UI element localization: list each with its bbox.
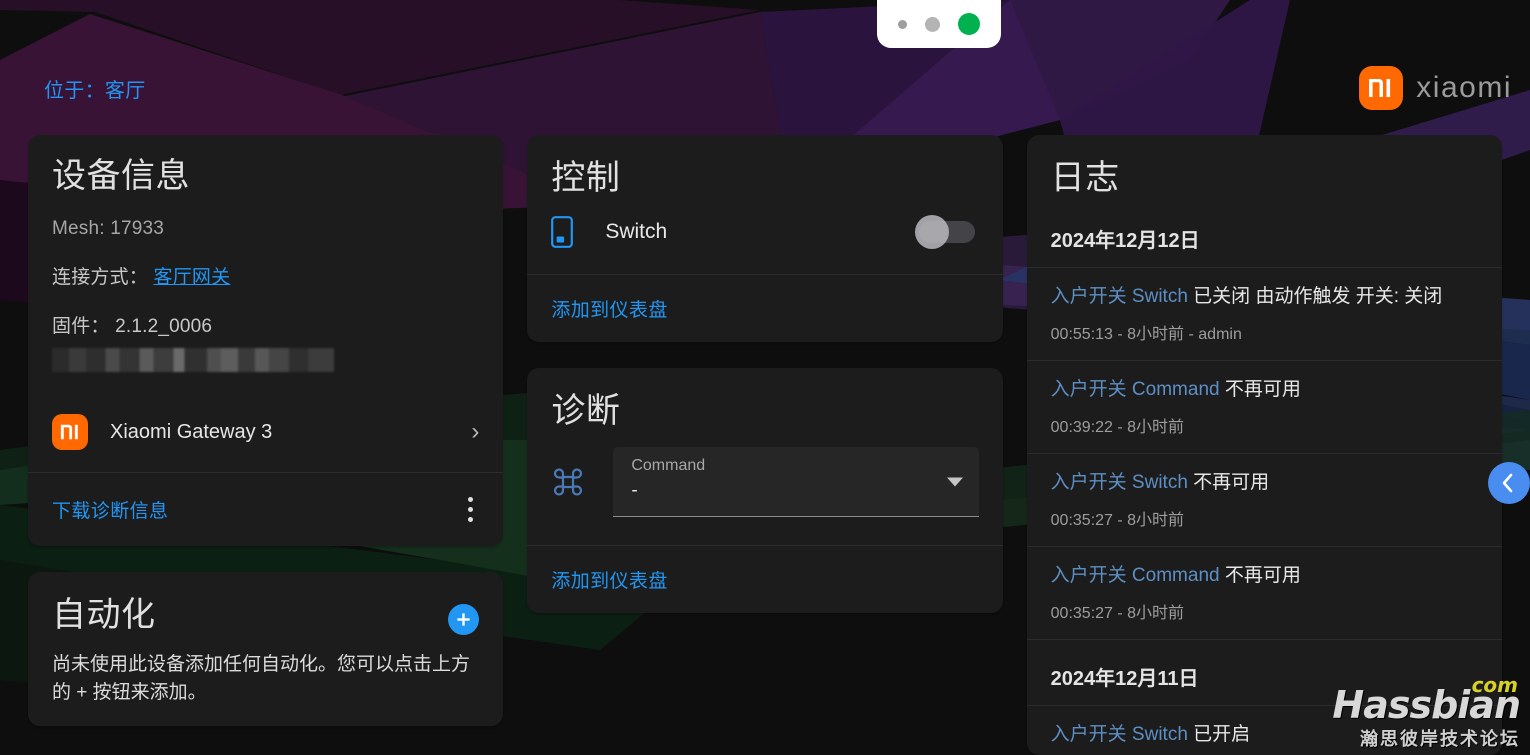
device-info-title: 设备信息: [52, 157, 190, 195]
device-info-card: 设备信息 Mesh: 17933 连接方式： 客厅网关 固件： 2.1.2_00…: [28, 135, 504, 547]
chevron-left-icon: [1502, 473, 1512, 493]
logbook-entry-message: 入户开关 Command 不再可用: [1050, 379, 1301, 401]
command-select-value: -: [631, 480, 638, 502]
gateway-row[interactable]: Xiaomi Gateway 3 ›: [28, 392, 503, 472]
brand-wordmark: xiaomi: [1416, 71, 1512, 104]
column-middle: 控制 Switch 添加到仪表盘 诊断 Command - 添加到仪表盘: [527, 135, 1003, 755]
logbook-entry[interactable]: 入户开关 Switch 已开启: [1026, 704, 1502, 755]
automation-title: 自动化: [52, 596, 156, 635]
mi-logo-icon: [52, 414, 88, 451]
window-controls-pill[interactable]: [877, 0, 1001, 48]
chevron-down-icon: [946, 477, 963, 487]
control-footer: 添加到仪表盘: [527, 274, 1003, 342]
device-firmware-value: 固件： 2.1.2_0006: [52, 316, 213, 338]
command-select-label: Command: [631, 457, 706, 475]
diagnostics-header: 诊断: [527, 368, 1002, 431]
chevron-right-icon: ›: [471, 418, 480, 446]
logbook-entry[interactable]: 入户开关 Command 不再可用 00:35:27 - 8小时前: [1026, 546, 1502, 639]
device-connection-row: 连接方式： 客厅网关: [52, 262, 479, 289]
add-automation-button[interactable]: [448, 604, 480, 636]
column-left: 设备信息 Mesh: 17933 连接方式： 客厅网关 固件： 2.1.2_00…: [28, 135, 504, 755]
logbook-entry-message: 入户开关 Switch 已关闭 由动作触发 开关: 关闭: [1050, 286, 1443, 308]
control-header: 控制: [527, 135, 1002, 198]
logbook-entity-link[interactable]: 入户开关 Switch: [1051, 472, 1188, 493]
add-to-dashboard-button[interactable]: 添加到仪表盘: [551, 566, 667, 593]
add-to-dashboard-button[interactable]: 添加到仪表盘: [551, 295, 667, 322]
control-title: 控制: [551, 159, 621, 197]
switch-device-icon: [551, 216, 597, 248]
logbook-list[interactable]: 2024年12月12日入户开关 Switch 已关闭 由动作触发 开关: 关闭 0…: [1026, 202, 1502, 755]
toggle-knob: [914, 215, 949, 250]
logbook-title: 日志: [1050, 159, 1120, 197]
overflow-menu-icon[interactable]: [464, 493, 477, 526]
area-breadcrumb-link[interactable]: 位于：客厅: [44, 74, 146, 103]
diagnostics-title: 诊断: [551, 392, 621, 431]
dot-medium-icon[interactable]: [925, 16, 940, 32]
mi-logo-icon: [1359, 66, 1404, 110]
logbook-date-header: 2024年12月12日: [1050, 230, 1200, 253]
logbook-entry-message: 入户开关 Command 不再可用: [1050, 565, 1301, 586]
logbook-entry-time: 00:55:13 - 8小时前 - admin: [1050, 326, 1242, 344]
automation-header: 自动化: [52, 596, 480, 636]
command-select[interactable]: Command -: [613, 447, 979, 518]
device-connection-link[interactable]: 客厅网关: [154, 267, 231, 288]
dot-green-icon[interactable]: [958, 13, 980, 35]
page-root: 位于：客厅 xiaomi 设备信息 Mesh: 17933 连接方式： 客厅网关: [0, 0, 1530, 755]
logbook-entry-message: 入户开关 Switch 不再可用: [1050, 472, 1270, 494]
logbook-entry-time: 00:35:27 - 8小时前: [1050, 512, 1185, 529]
control-card: 控制 Switch 添加到仪表盘: [527, 135, 1003, 343]
dot: [468, 517, 474, 523]
logbook-entity-link[interactable]: 入户开关 Switch: [1051, 286, 1188, 307]
logbook-entity-link[interactable]: 入户开关 Switch: [1051, 724, 1188, 745]
download-diagnostics-button[interactable]: 下载诊断信息: [52, 496, 168, 523]
sidebar-toggle-button[interactable]: [1488, 462, 1530, 504]
logbook-entry[interactable]: 入户开关 Command 不再可用 00:39:22 - 8小时前: [1026, 360, 1502, 453]
gateway-name: Xiaomi Gateway 3: [110, 420, 273, 443]
logbook-entry-message: 入户开关 Switch 已开启: [1050, 723, 1251, 745]
dot: [468, 497, 474, 503]
device-mac-masked: [52, 348, 334, 373]
control-entity-name: Switch: [605, 220, 668, 244]
logbook-entry-time: 00:35:27 - 8小时前: [1050, 604, 1185, 622]
logbook-entry[interactable]: 入户开关 Switch 已关闭 由动作触发 开关: 关闭 00:55:13 - 8…: [1026, 267, 1502, 360]
logbook-card: 日志 2024年12月12日入户开关 Switch 已关闭 由动作触发 开关: …: [1026, 135, 1502, 755]
diagnostics-field-row: Command -: [527, 431, 1002, 545]
automation-empty-text: 尚未使用此设备添加任何自动化。您可以点击上方的 + 按钮来添加。: [52, 654, 471, 703]
automation-card: 自动化 尚未使用此设备添加任何自动化。您可以点击上方的 + 按钮来添加。: [28, 572, 504, 727]
device-mesh-value: Mesh: 17933: [52, 218, 165, 240]
logbook-header: 日志: [1027, 135, 1502, 202]
columns-container: 设备信息 Mesh: 17933 连接方式： 客厅网关 固件： 2.1.2_00…: [0, 135, 1530, 755]
control-entity-row: Switch: [527, 198, 1002, 274]
logbook-entry-time: 00:39:22 - 8小时前: [1050, 419, 1185, 437]
device-info-footer: 下载诊断信息: [28, 472, 504, 546]
diagnostics-card: 诊断 Command - 添加到仪表盘: [527, 368, 1003, 614]
dot-small-icon[interactable]: [898, 19, 907, 29]
logbook-entity-link[interactable]: 入户开关 Command: [1051, 565, 1220, 586]
switch-toggle[interactable]: [914, 215, 975, 250]
xiaomi-brand: xiaomi: [1359, 66, 1512, 110]
logbook-entry[interactable]: 入户开关 Switch 不再可用 00:35:27 - 8小时前: [1026, 453, 1502, 546]
device-connection-label: 连接方式：: [52, 267, 149, 289]
diagnostics-footer: 添加到仪表盘: [527, 545, 1003, 613]
logbook-date-header: 2024年12月11日: [1026, 638, 1502, 705]
command-icon: [551, 465, 597, 499]
device-info-body: 设备信息 Mesh: 17933 连接方式： 客厅网关 固件： 2.1.2_00…: [28, 135, 503, 373]
column-right: 日志 2024年12月12日入户开关 Switch 已关闭 由动作触发 开关: …: [1026, 135, 1502, 755]
dot: [468, 507, 474, 513]
logbook-entity-link[interactable]: 入户开关 Command: [1051, 379, 1220, 400]
